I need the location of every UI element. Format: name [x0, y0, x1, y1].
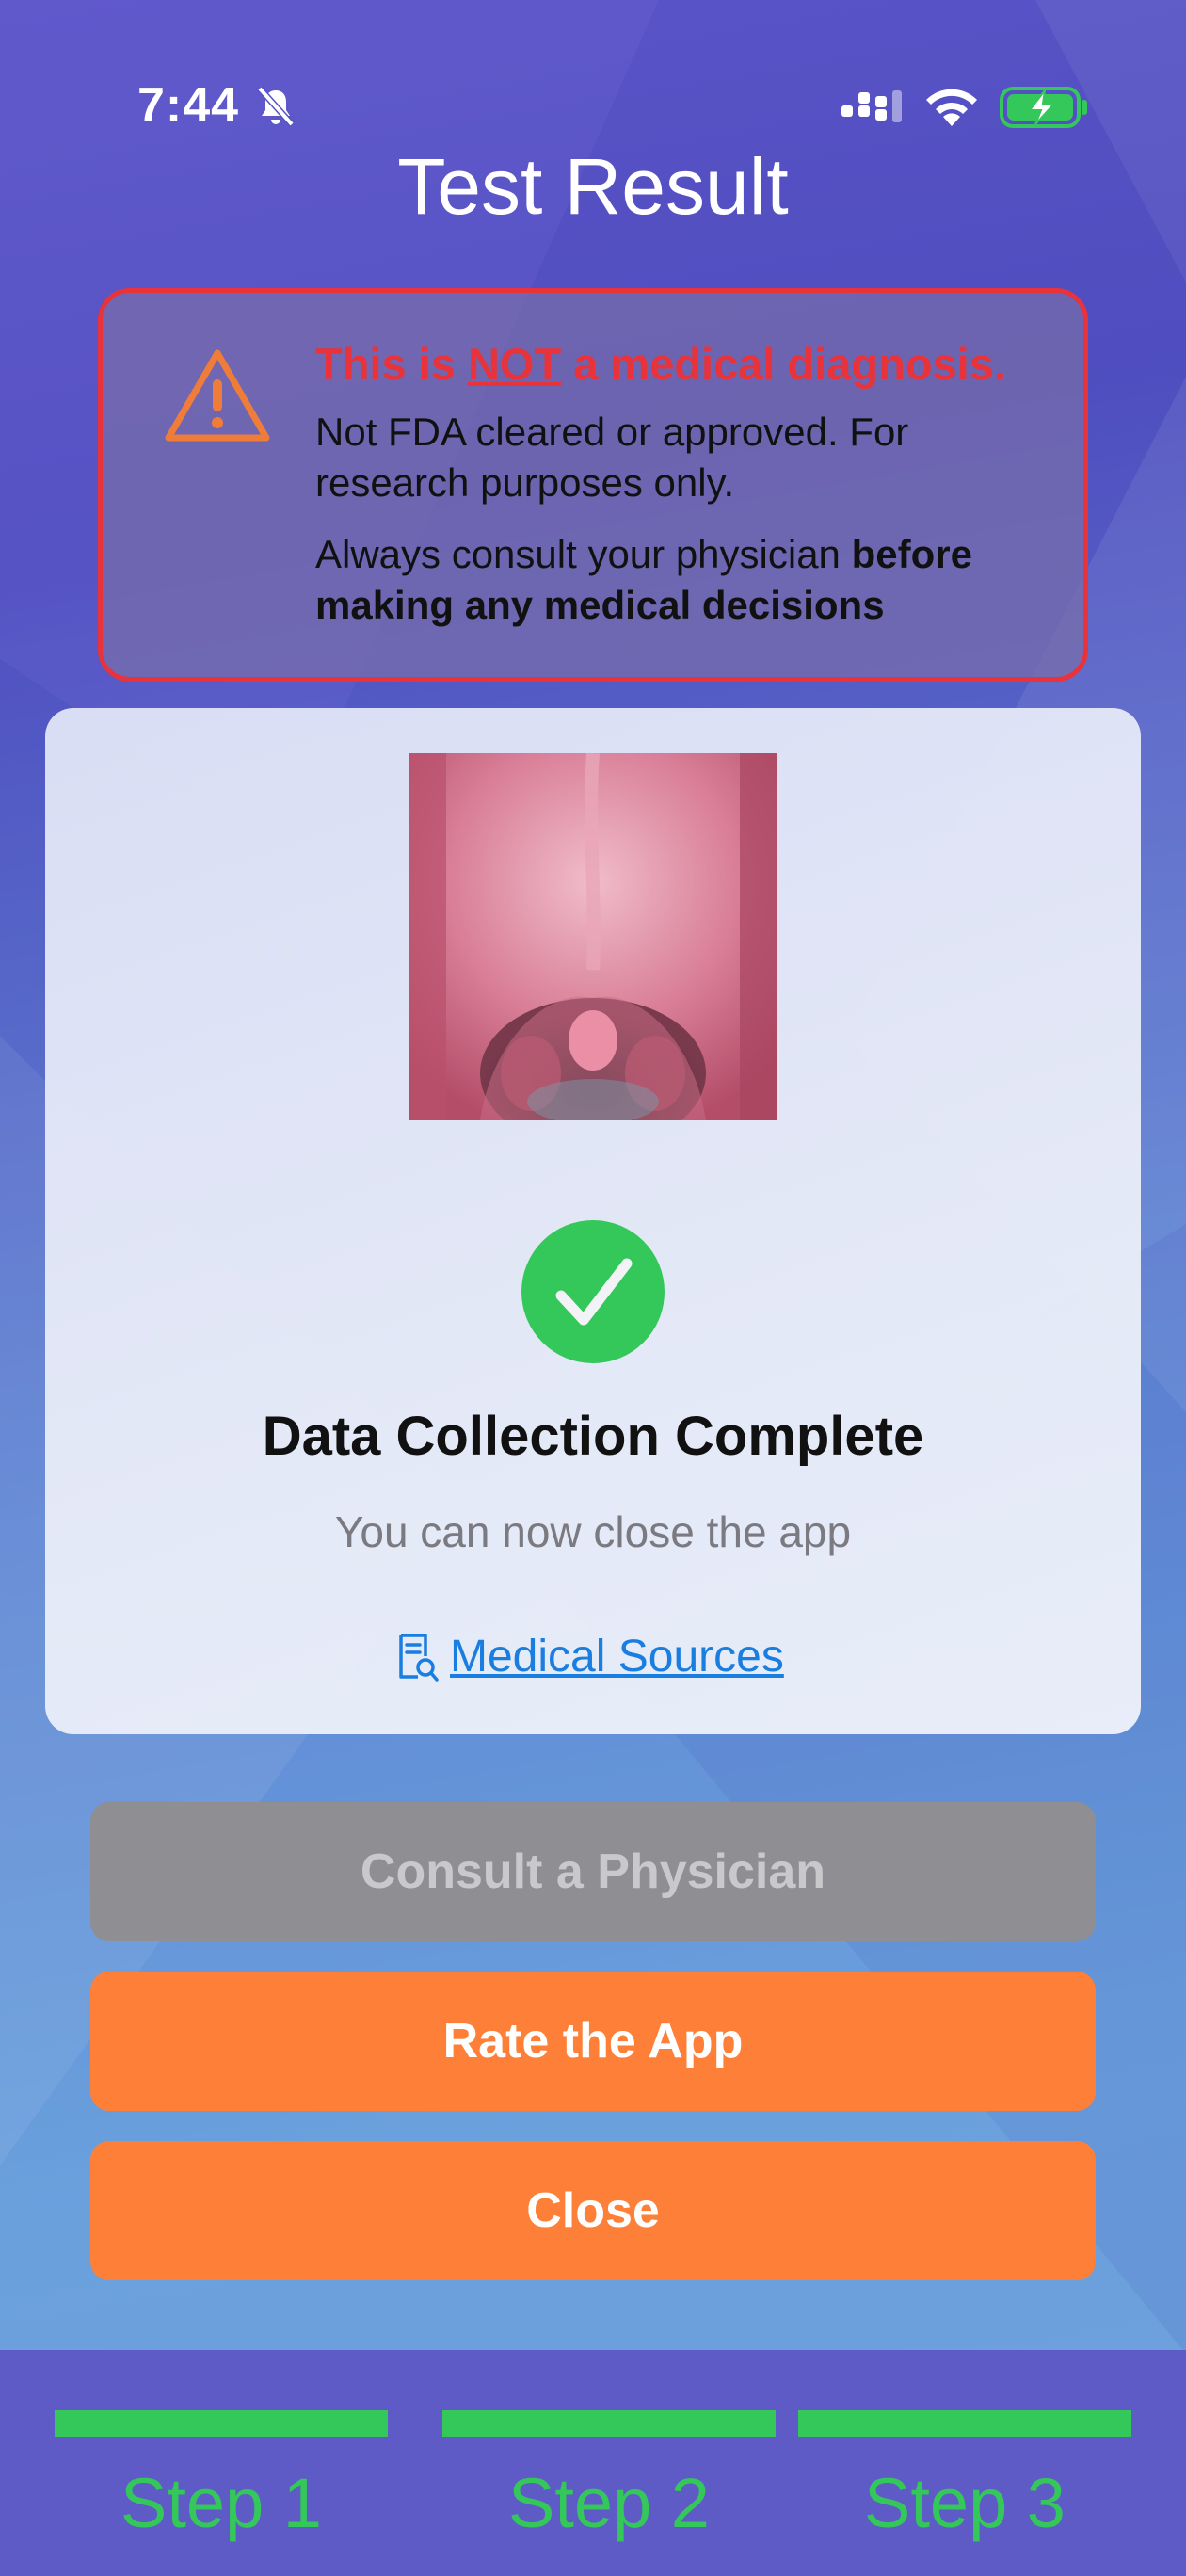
cellular-signal-icon — [841, 90, 902, 122]
medical-disclaimer: This is NOT a medical diagnosis. Not FDA… — [98, 288, 1088, 682]
disclaimer-fda-note: Not FDA cleared or approved. For researc… — [315, 410, 909, 505]
disclaimer-emphasis: NOT — [467, 339, 562, 389]
status-subtitle: You can now close the app — [334, 1507, 852, 1556]
step-2-bar — [442, 2410, 776, 2437]
result-card: Data Collection Complete You can now clo… — [45, 708, 1141, 1734]
medical-sources-label[interactable]: Medical Sources — [450, 1631, 784, 1682]
disclaimer-text: This is NOT a medical diagnosis. Not FDA… — [315, 338, 1068, 652]
step-progress: Step 1 Step 2 Step 3 — [0, 2350, 1186, 2576]
step-3: Step 3 — [798, 2410, 1131, 2561]
page-title: Test Result — [397, 142, 789, 231]
rate-app-button[interactable]: Rate the App — [90, 1972, 1096, 2111]
disclaimer-consult-note: Always consult your physician before mak… — [315, 532, 972, 627]
status-title: Data Collection Complete — [262, 1406, 924, 1467]
step-1-label: Step 1 — [120, 2464, 322, 2542]
close-button[interactable]: Close — [90, 2141, 1096, 2280]
status-time: 7:44 — [137, 78, 240, 133]
step-1-bar — [55, 2410, 388, 2437]
step-1: Step 1 — [55, 2410, 388, 2561]
wifi-icon — [926, 89, 977, 126]
step-3-bar — [798, 2410, 1131, 2437]
step-2: Step 2 — [442, 2410, 776, 2561]
checkmark-circle-icon — [521, 1220, 665, 1363]
step-2-label: Step 2 — [508, 2464, 710, 2542]
throat-photo — [409, 753, 777, 1120]
step-3-label: Step 3 — [864, 2464, 1066, 2542]
disclaimer-heading: This is NOT a medical diagnosis. — [315, 339, 1006, 389]
bell-slash-icon — [257, 86, 295, 127]
medical-sources-link[interactable]: Medical Sources — [397, 1631, 784, 1682]
warning-triangle-icon — [165, 349, 270, 442]
document-search-icon — [399, 1633, 439, 1682]
consult-physician-button[interactable]: Consult a Physician — [90, 1802, 1096, 1941]
battery-charging-icon — [1000, 87, 1087, 128]
